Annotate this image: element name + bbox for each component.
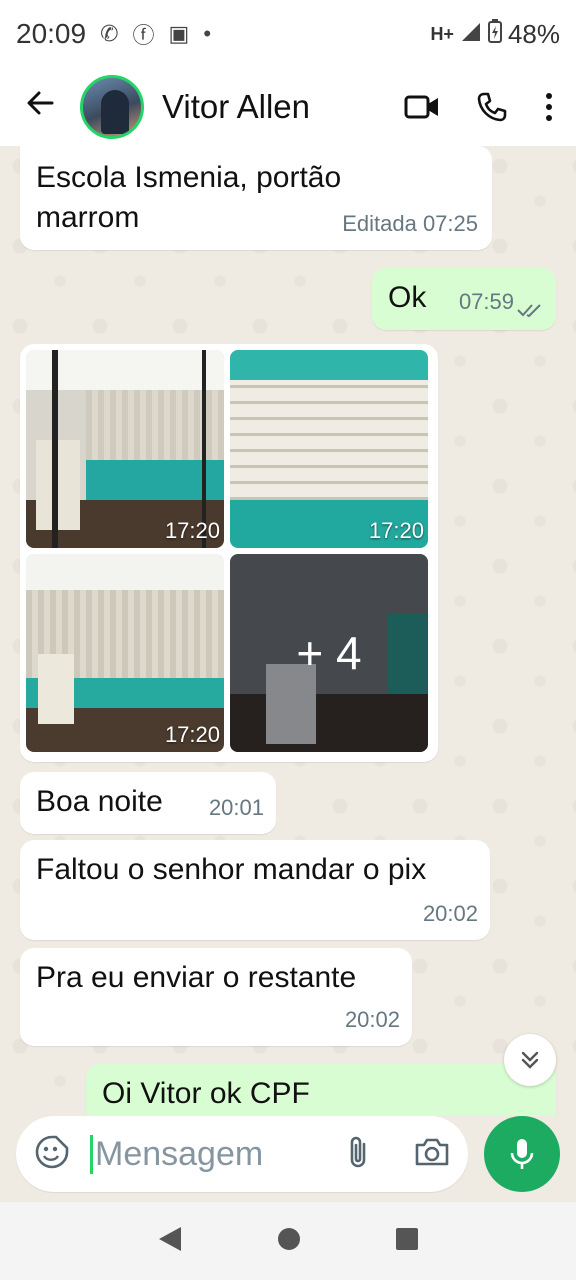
camera-button[interactable] xyxy=(414,1136,450,1173)
media-image[interactable]: 17:20 xyxy=(230,350,428,548)
media-image[interactable]: 17:20 xyxy=(26,554,224,752)
mic-icon xyxy=(510,1139,534,1169)
chat-notification-icon: ▣ xyxy=(168,21,190,46)
more-notifications-dot-icon: • xyxy=(203,21,212,46)
message-time: 07:59 xyxy=(458,289,514,314)
message-outgoing[interactable]: Ok 07:59 xyxy=(372,268,556,330)
nav-back-icon xyxy=(158,1226,181,1251)
message-text: Oi Vitor ok CPF xyxy=(102,1077,310,1110)
double-check-icon xyxy=(517,304,541,318)
video-call-button[interactable] xyxy=(404,93,440,121)
system-nav-bar xyxy=(0,1202,576,1280)
nav-back-button[interactable] xyxy=(157,1225,183,1258)
back-arrow-icon xyxy=(27,91,54,115)
battery-level: 48% xyxy=(507,18,560,49)
composer xyxy=(0,1116,576,1202)
message-text: Boa noite xyxy=(36,785,163,818)
voice-call-button[interactable] xyxy=(476,91,508,123)
chat-header: Vitor Allen xyxy=(0,68,576,146)
media-more-tile[interactable]: + 4 xyxy=(230,554,428,752)
nav-recents-icon xyxy=(396,1227,419,1250)
scroll-to-bottom-button[interactable] xyxy=(504,1034,556,1086)
media-time: 17:20 xyxy=(368,518,424,543)
media-time: 17:20 xyxy=(164,518,220,543)
message-time: 20:02 xyxy=(344,1007,400,1032)
status-bar: 20:09 ✆ ⓕ ▣ • H+ 48% xyxy=(0,0,576,68)
voice-message-button[interactable] xyxy=(484,1116,560,1192)
missed-call-icon: ✆ xyxy=(100,21,119,46)
nav-home-button[interactable] xyxy=(276,1226,302,1257)
media-album[interactable]: 17:20 17:20 17:20 + 4 xyxy=(20,344,438,762)
facebook-icon: ⓕ xyxy=(132,23,155,48)
emoji-button[interactable] xyxy=(34,1134,70,1175)
scroll-down-icon xyxy=(521,1051,539,1069)
back-button[interactable] xyxy=(0,86,80,128)
camera-icon xyxy=(415,1138,449,1165)
more-options-button[interactable] xyxy=(544,92,554,122)
status-time: 20:09 xyxy=(16,18,87,49)
message-input-container xyxy=(16,1116,468,1192)
message-outgoing[interactable]: Oi Vitor ok CPF xyxy=(86,1064,556,1116)
attach-button[interactable] xyxy=(346,1134,370,1175)
nav-recents-button[interactable] xyxy=(395,1227,419,1256)
message-meta: Editada 07:25 xyxy=(342,211,478,236)
chat-messages[interactable]: Escola Ismenia, portão marrom Editada 07… xyxy=(0,146,576,1116)
media-time: 17:20 xyxy=(164,722,220,747)
phone-icon xyxy=(477,92,507,122)
message-incoming[interactable]: Faltou o senhor mandar o pix 20:02 xyxy=(20,840,490,940)
message-time: 20:02 xyxy=(422,901,478,926)
contact-name[interactable]: Vitor Allen xyxy=(162,88,310,126)
nav-home-icon xyxy=(277,1227,300,1250)
message-incoming[interactable]: Pra eu enviar o restante 20:02 xyxy=(20,948,412,1046)
message-text: Faltou o senhor mandar o pix xyxy=(36,853,427,886)
message-time: 20:01 xyxy=(208,795,264,820)
video-call-icon xyxy=(404,95,438,119)
message-text: Pra eu enviar o restante xyxy=(36,961,357,994)
signal-icon xyxy=(460,19,482,50)
attach-icon xyxy=(350,1136,366,1167)
battery-icon xyxy=(487,18,502,50)
network-type: H+ xyxy=(430,23,454,44)
message-text: Ok xyxy=(388,281,427,314)
emoji-icon xyxy=(35,1135,69,1168)
media-image[interactable]: 17:20 xyxy=(26,350,224,548)
contact-avatar[interactable] xyxy=(80,75,144,139)
more-media-count: + 4 xyxy=(230,554,428,752)
message-incoming[interactable]: Boa noite 20:01 xyxy=(20,772,276,834)
message-incoming[interactable]: Escola Ismenia, portão marrom Editada 07… xyxy=(20,146,492,250)
message-input[interactable] xyxy=(90,1134,320,1174)
more-vert-icon xyxy=(546,93,552,121)
